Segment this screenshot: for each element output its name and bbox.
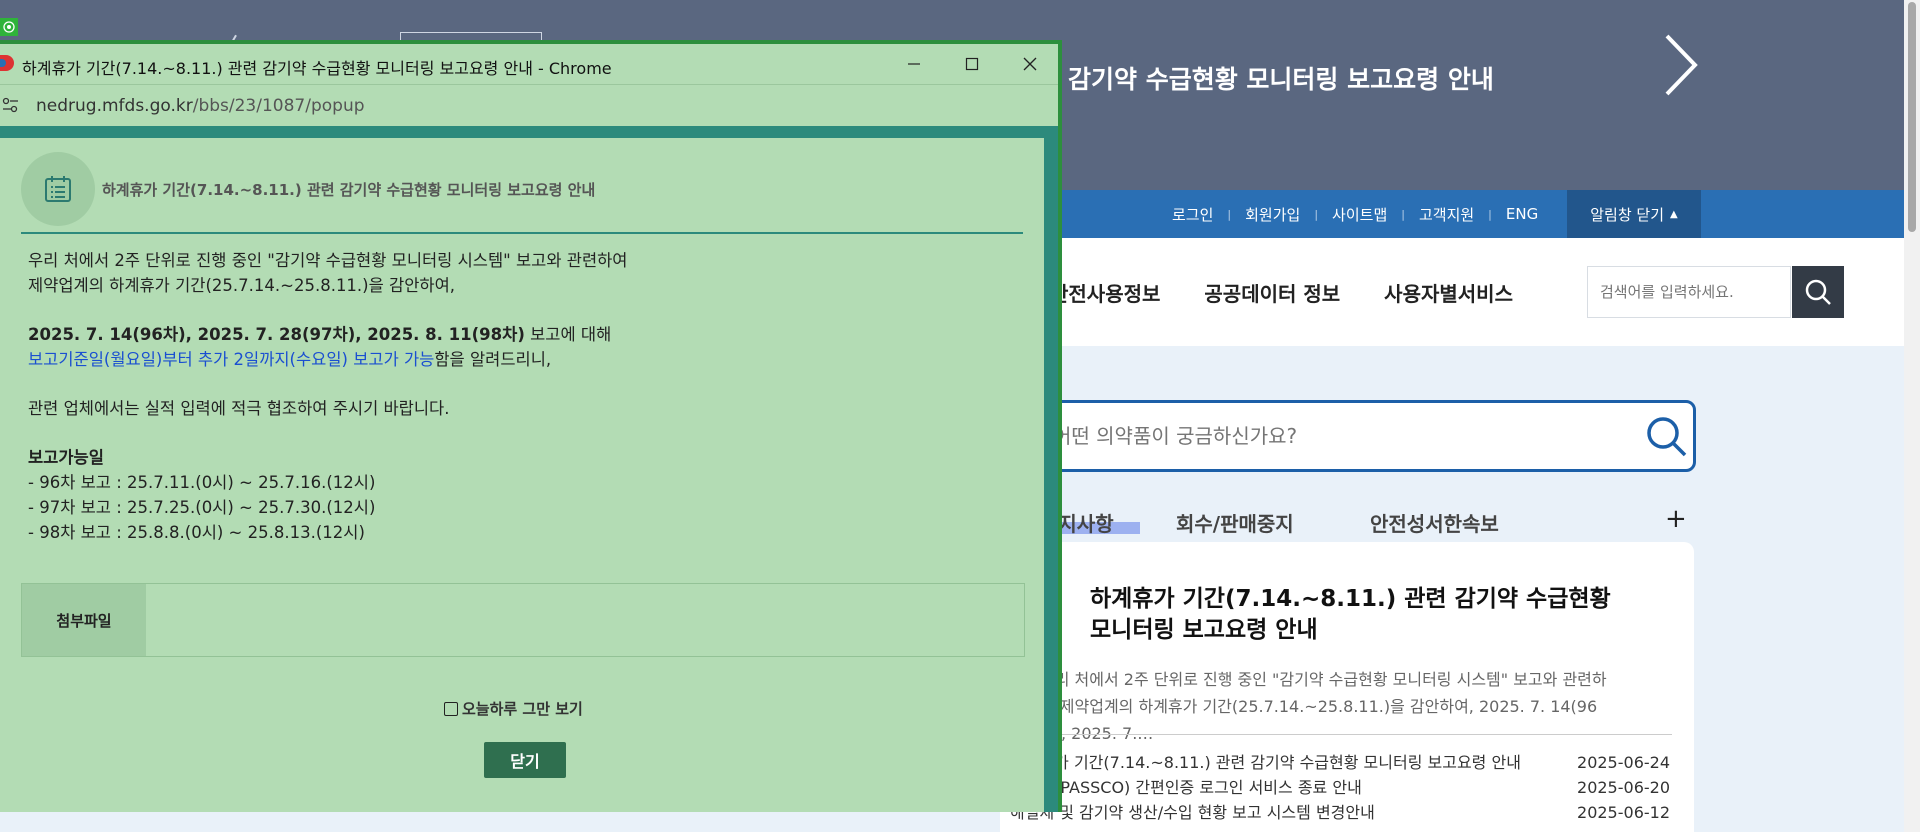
utility-links: 로그인 | 회원가입 | 사이트맵 | 고객지원 | ENG: [1172, 204, 1539, 225]
english-link[interactable]: ENG: [1506, 205, 1538, 223]
main-search-input[interactable]: [1053, 421, 1613, 451]
body-line-blue: 보고기준일(월요일)부터 추가 2일까지(수요일) 보고가 가능함을 알려드리니…: [28, 347, 1028, 372]
support-link[interactable]: 고객지원: [1419, 204, 1474, 225]
list-item-date: 2025-06-12: [1577, 803, 1670, 822]
available-heading-text: 보고가능일: [28, 448, 104, 467]
login-link[interactable]: 로그인: [1172, 204, 1213, 225]
caret-up-icon: ▲: [1670, 208, 1678, 220]
notice-list: 하계휴가 기간(7.14.~8.11.) 관련 감기약 수급현황 모니터링 보고…: [1010, 750, 1670, 825]
list-item[interactable]: 하계휴가 기간(7.14.~8.11.) 관련 감기약 수급현황 모니터링 보고…: [1010, 750, 1670, 775]
url-path: /bbs/23/1087/popup: [192, 96, 365, 116]
list-item-date: 2025-06-20: [1577, 778, 1670, 797]
report-dates: 2025. 7. 14(96차), 2025. 7. 28(97차), 2025…: [28, 325, 525, 344]
chrome-icon: [0, 55, 14, 71]
attachment-table: 첨부파일: [21, 583, 1025, 657]
divider: [21, 232, 1023, 234]
popup-content: 하계휴가 기간(7.14.~8.11.) 관련 감기약 수급현황 모니터링 보고…: [0, 138, 1044, 812]
list-item[interactable]: 해열제 및 감기약 생산/수입 현황 보고 시스템 변경안내 2025-06-1…: [1010, 800, 1670, 825]
menu-public-data[interactable]: 공공데이터 정보: [1204, 278, 1340, 307]
menu-safety-info[interactable]: 안전사용정보: [1050, 278, 1160, 307]
site-info-icon[interactable]: [2, 97, 20, 113]
page-scrollbar[interactable]: [1904, 0, 1920, 832]
available-item: - 98차 보고 : 25.8.8.(0시) ~ 25.8.13.(12시): [28, 523, 365, 542]
body-line: 제약업계의 하계휴가 기간(25.7.14.~25.8.11.)을 감안하여,: [28, 276, 456, 295]
header-search-input[interactable]: [1587, 266, 1791, 318]
window-title: 하계휴가 기간(7.14.~8.11.) 관련 감기약 수급현황 모니터링 보고…: [22, 59, 612, 78]
maximize-button[interactable]: [944, 44, 1000, 84]
tab-safety-letter[interactable]: 안전성서한속보: [1370, 508, 1499, 537]
banner-title[interactable]: 감기약 수급현황 모니터링 보고요령 안내: [1068, 60, 1494, 96]
window-titlebar[interactable]: 하계휴가 기간(7.14.~8.11.) 관련 감기약 수급현황 모니터링 보고…: [0, 44, 1058, 84]
close-icon: [1023, 57, 1037, 71]
body-line: 우리 처에서 2주 단위로 진행 중인 "감기약 수급현황 모니터링 시스템" …: [28, 251, 628, 270]
popup-side-strip: [1044, 138, 1058, 812]
notice-tabs: 공지사항 회수/판매중지 안전성서한속보: [1000, 508, 1700, 538]
dates-suffix: 보고에 대해: [524, 325, 612, 344]
available-heading: 보고가능일: [28, 445, 1028, 470]
minimize-button[interactable]: [886, 44, 942, 84]
sitemap-link[interactable]: 사이트맵: [1332, 204, 1387, 225]
maximize-icon: [965, 57, 979, 71]
blue-suffix: 함을 알려드리니,: [434, 350, 552, 369]
gnb-menu: 안전사용정보 공공데이터 정보 사용자별서비스: [1050, 278, 1513, 307]
popup-header-strip: [0, 126, 1058, 138]
more-plus-icon[interactable]: +: [1665, 504, 1687, 534]
url-domain: nedrug.mfds.go.kr: [36, 96, 193, 116]
body-line: 관련 업체에서는 실적 입력에 적극 협조하여 주시기 바랍니다.: [28, 399, 450, 418]
list-item-date: 2025-06-24: [1577, 753, 1670, 772]
menu-user-services[interactable]: 사용자별서비스: [1384, 278, 1513, 307]
popup-body: 우리 처에서 2주 단위로 진행 중인 "감기약 수급현황 모니터링 시스템" …: [28, 248, 1028, 545]
popup-heading: 하계휴가 기간(7.14.~8.11.) 관련 감기약 수급현황 모니터링 보고…: [102, 181, 596, 199]
header-search-button[interactable]: [1792, 266, 1844, 318]
dont-show-label[interactable]: 오늘하루 그만 보기: [462, 698, 583, 719]
window-close-button[interactable]: [1002, 44, 1058, 84]
banner-next-arrow-icon[interactable]: [1655, 30, 1705, 100]
list-item[interactable]: 범부처(PASSCO) 간편인증 로그인 서비스 종료 안내 2025-06-2…: [1010, 775, 1670, 800]
available-item: - 97차 보고 : 25.7.25.(0시) ~ 25.7.30.(12시): [28, 498, 376, 517]
popup-window: 하계휴가 기간(7.14.~8.11.) 관련 감기약 수급현황 모니터링 보고…: [0, 40, 1062, 812]
dont-show-checkbox[interactable]: [444, 701, 458, 716]
alarm-close-label: 알림창 닫기: [1590, 205, 1665, 224]
notice-card: 하계휴가 기간(7.14.~8.11.) 관련 감기약 수급현황 모니터링 보고…: [1000, 542, 1694, 832]
list-item-title: 범부처(PASSCO) 간편인증 로그인 서비스 종료 안내: [1010, 778, 1362, 797]
attachment-label: 첨부파일: [22, 584, 146, 656]
signup-link[interactable]: 회원가입: [1245, 204, 1300, 225]
main-search-box: [1000, 400, 1696, 472]
list-item-title: 해열제 및 감기약 생산/수입 현황 보고 시스템 변경안내: [1010, 803, 1375, 822]
search-icon: [1805, 279, 1831, 305]
main-search-button[interactable]: [1643, 413, 1689, 459]
recording-indicator-icon: [0, 18, 18, 36]
highlight-text: 보고기준일(월요일)부터 추가 2일까지(수요일) 보고가 가능: [28, 350, 435, 369]
tab-recall[interactable]: 회수/판매중지: [1176, 508, 1294, 537]
url-text: nedrug.mfds.go.kr/bbs/23/1087/popup: [36, 96, 365, 116]
popup-close-button[interactable]: 닫기: [484, 742, 566, 778]
list-item-title: 하계휴가 기간(7.14.~8.11.) 관련 감기약 수급현황 모니터링 보고…: [1010, 753, 1521, 772]
search-icon: [1647, 417, 1687, 457]
calendar-list-icon: [21, 152, 95, 226]
divider: [1040, 734, 1672, 735]
available-item: - 96차 보고 : 25.7.11.(0시) ~ 25.7.16.(12시): [28, 473, 376, 492]
minimize-icon: [908, 63, 920, 65]
dont-show-today-option[interactable]: 오늘하루 그만 보기: [444, 698, 583, 719]
address-bar[interactable]: nedrug.mfds.go.kr/bbs/23/1087/popup: [0, 84, 1058, 124]
alarm-close-button[interactable]: 알림창 닫기 ▲: [1567, 190, 1701, 238]
body-line-dates: 2025. 7. 14(96차), 2025. 7. 28(97차), 2025…: [28, 322, 1028, 347]
notice-card-title[interactable]: 하계휴가 기간(7.14.~8.11.) 관련 감기약 수급현황 모니터링 보고…: [1090, 584, 1630, 646]
scrollbar-thumb[interactable]: [1908, 2, 1916, 232]
